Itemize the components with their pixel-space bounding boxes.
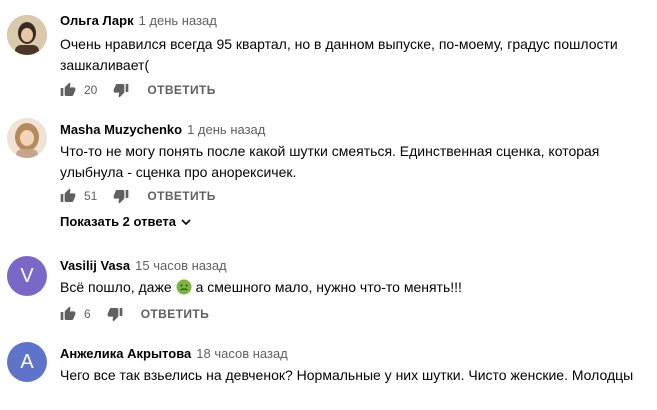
comment-text: Что-то не могу понять после какой шутки …	[60, 143, 600, 180]
comment-header: Анжелика Акрытова 18 часов назад	[60, 346, 288, 361]
comment-actions: 20 ОТВЕТИТЬ	[60, 80, 216, 100]
comment-actions: 6 ОТВЕТИТЬ	[60, 304, 209, 324]
show-replies-label: Показать 2 ответа	[60, 214, 176, 229]
comment-text: Чего все так взьелись на девченок? Норма…	[60, 367, 634, 383]
comment-text: Очень нравился всегда 95 квартал, но в д…	[60, 36, 618, 73]
avatar-letter: V	[20, 264, 34, 287]
thumbs-down-icon[interactable]	[107, 306, 123, 322]
like-count: 51	[84, 189, 98, 203]
comment-text-part: а смешного мало, нужно что-то менять!!!	[195, 279, 462, 295]
avatar-letter: А	[20, 350, 34, 373]
like-count: 20	[84, 83, 98, 97]
show-replies-button[interactable]: Показать 2 ответа	[60, 214, 192, 229]
comment-author[interactable]: Masha Muzychenko	[60, 122, 182, 137]
comment-text: Всё пошло, даже а смешного мало, нужно ч…	[60, 277, 650, 298]
comment-time[interactable]: 1 день назад	[139, 13, 217, 28]
thumbs-up-icon[interactable]	[60, 306, 76, 322]
comment-author[interactable]: Vasilij Vasa	[60, 258, 130, 273]
comment-author[interactable]: Ольга Ларк	[60, 13, 134, 28]
reply-button[interactable]: ОТВЕТИТЬ	[141, 307, 209, 321]
avatar-vasilij[interactable]: V	[7, 256, 47, 296]
avatar-photo-icon	[7, 15, 47, 55]
comment-author[interactable]: Анжелика Акрытова	[60, 346, 191, 361]
thumbs-up-icon[interactable]	[60, 82, 76, 98]
avatar-olga[interactable]	[7, 15, 47, 55]
comment-header: Ольга Ларк 1 день назад	[60, 13, 217, 28]
comment-header: Vasilij Vasa 15 часов назад	[60, 258, 227, 273]
avatar-photo-icon	[7, 118, 47, 158]
comment-time[interactable]: 15 часов назад	[135, 258, 227, 273]
avatar-masha[interactable]	[7, 118, 47, 158]
like-count: 6	[84, 307, 91, 321]
comment-text-part: Всё пошло, даже	[60, 279, 172, 295]
comment-actions: 51 ОТВЕТИТЬ	[60, 186, 216, 206]
thumbs-down-icon[interactable]	[113, 82, 129, 98]
reply-button[interactable]: ОТВЕТИТЬ	[147, 83, 215, 97]
thumbs-down-icon[interactable]	[113, 188, 129, 204]
avatar-anzhelika[interactable]: А	[7, 342, 47, 382]
comment-time[interactable]: 1 день назад	[187, 122, 265, 137]
reply-button[interactable]: ОТВЕТИТЬ	[147, 189, 215, 203]
nauseated-face-emoji-icon	[176, 279, 192, 295]
comment-header: Masha Muzychenko 1 день назад	[60, 122, 265, 137]
thumbs-up-icon[interactable]	[60, 188, 76, 204]
chevron-down-icon	[180, 216, 192, 228]
comment-time[interactable]: 18 часов назад	[196, 346, 288, 361]
